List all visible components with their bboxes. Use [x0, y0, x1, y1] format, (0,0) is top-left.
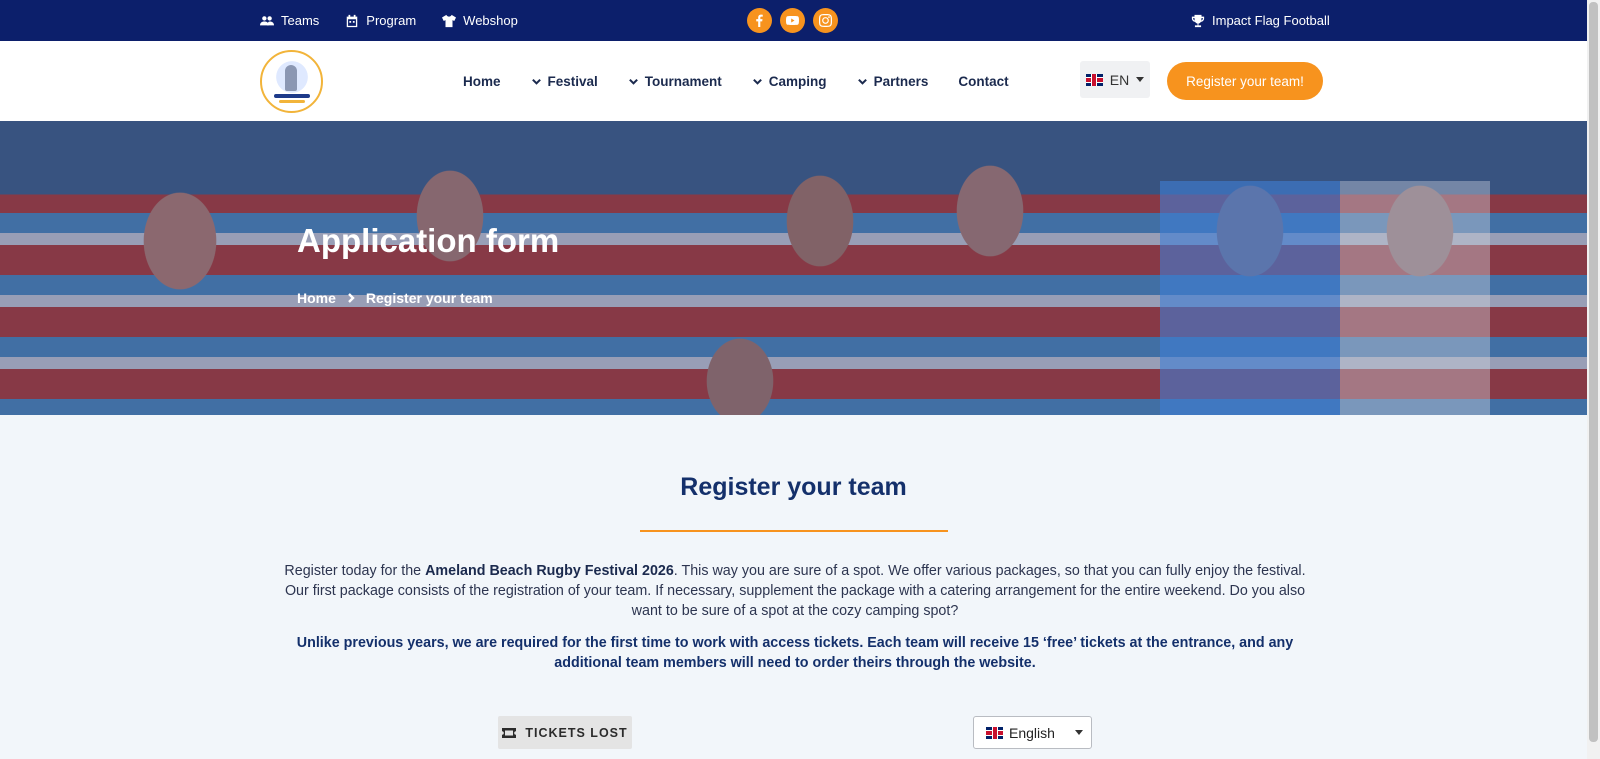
intro-text: Register today for the Ameland Beach Rug…: [280, 561, 1310, 621]
top-link-label: Teams: [281, 13, 320, 28]
nav-item-label: Festival: [547, 73, 598, 89]
page-title: Application form: [297, 222, 560, 259]
nav-item-contact[interactable]: Contact: [958, 74, 1008, 89]
title-divider: [640, 530, 948, 532]
nav-item-label: Tournament: [644, 73, 722, 89]
chevron-down-icon: [857, 78, 867, 85]
tickets-lost-label: TICKETS LOST: [525, 725, 628, 740]
page-scrollbar[interactable]: [1587, 0, 1600, 759]
intro-prefix: Register today for the: [284, 563, 426, 579]
section-title: Register your team: [680, 473, 907, 501]
nav-item-camping[interactable]: Camping: [752, 74, 827, 89]
nav-item-festival[interactable]: Festival: [531, 74, 598, 89]
caret-down-icon: [1074, 730, 1083, 735]
festival-name: Ameland Beach Rugby Festival 2026: [425, 563, 674, 579]
chevron-down-icon: [628, 78, 638, 85]
tickets-lost-button[interactable]: TICKETS LOST: [498, 716, 632, 749]
nav-item-label: Contact: [958, 73, 1009, 89]
top-link-webshop[interactable]: Webshop: [442, 13, 518, 28]
hero-photo-detail: [1160, 181, 1340, 415]
shirt-icon: [442, 14, 457, 27]
top-links: Teams Program Webshop: [260, 0, 518, 41]
facebook-icon: [756, 14, 763, 27]
language-code: EN: [1109, 71, 1130, 88]
impact-flag-football-label: Impact Flag Football: [1212, 13, 1330, 28]
youtube-button[interactable]: [780, 8, 805, 33]
scrollbar-thumb[interactable]: [1589, 2, 1598, 742]
top-link-teams[interactable]: Teams: [260, 13, 319, 28]
users-icon: [260, 15, 274, 25]
uk-flag-icon: [986, 726, 1003, 739]
impact-flag-football-link[interactable]: Impact Flag Football: [1191, 0, 1330, 41]
instagram-icon: [819, 14, 832, 27]
nav-item-label: Partners: [873, 73, 929, 89]
top-link-program[interactable]: Program: [345, 13, 416, 28]
logo-underline: [278, 99, 305, 103]
logo-wordmark: [273, 93, 310, 98]
instagram-button[interactable]: [813, 8, 838, 33]
trophy-icon: [1191, 14, 1205, 27]
top-link-label: Webshop: [463, 13, 518, 28]
tickets-notice: Unlike previous years, we are required f…: [296, 635, 1294, 671]
breadcrumb-current: Register your team: [365, 290, 493, 306]
form-language-select[interactable]: English: [973, 716, 1092, 749]
youtube-icon: [786, 16, 799, 25]
form-language-value: English: [1009, 724, 1055, 741]
chevron-down-icon: [531, 78, 541, 85]
top-bar: Teams Program Webshop Impact Flag Footba…: [0, 0, 1587, 41]
main-nav: Home Festival Tournament Camping Partner…: [463, 41, 1039, 121]
hero-banner: Application form Home Register your team: [0, 121, 1587, 415]
nav-item-partners[interactable]: Partners: [857, 73, 929, 89]
facebook-button[interactable]: [747, 8, 772, 33]
calendar-icon: [347, 14, 358, 27]
social-links: [747, 8, 838, 33]
logo-emblem: [266, 56, 317, 107]
nav-item-tournament[interactable]: Tournament: [628, 74, 722, 89]
uk-flag-icon: [1085, 73, 1103, 86]
hero-photo-detail: [1340, 181, 1490, 415]
ticket-icon: [502, 727, 517, 738]
nav-item-label: Camping: [768, 73, 827, 89]
language-switcher[interactable]: EN: [1080, 61, 1150, 98]
caret-down-icon: [1136, 77, 1145, 82]
top-link-label: Program: [366, 13, 417, 28]
chevron-right-icon: [348, 293, 355, 303]
register-team-button[interactable]: Register your team!: [1167, 62, 1323, 100]
breadcrumb: Home Register your team: [297, 290, 493, 306]
breadcrumb-home[interactable]: Home: [297, 290, 336, 306]
nav-item-label: Home: [463, 73, 501, 89]
main-header: Home Festival Tournament Camping Partner…: [0, 41, 1587, 121]
chevron-down-icon: [752, 78, 762, 85]
site-logo[interactable]: [260, 50, 323, 113]
nav-item-home[interactable]: Home: [463, 74, 501, 89]
